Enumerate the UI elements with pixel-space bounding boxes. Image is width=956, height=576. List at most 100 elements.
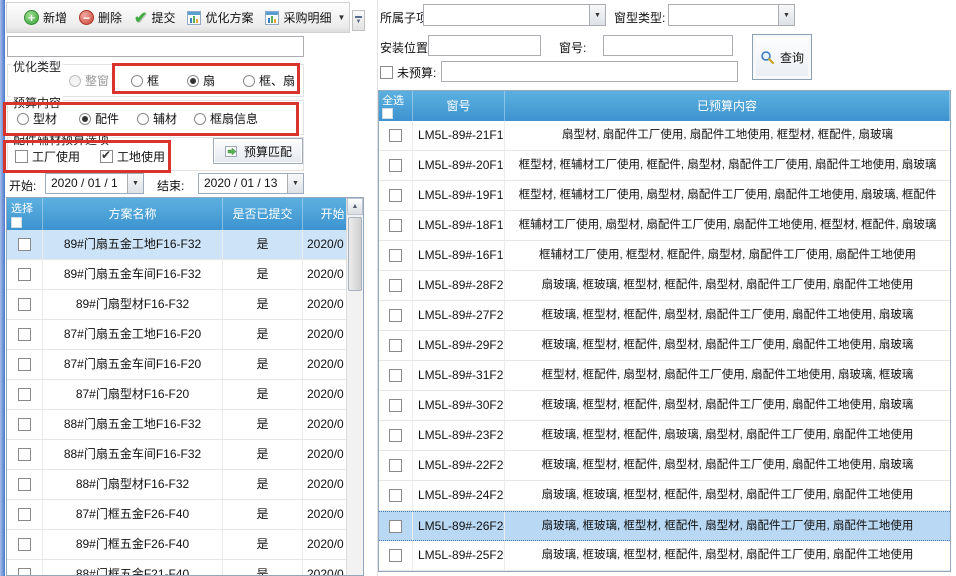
table-row[interactable]: 88#门扇五金工地F16-F32 是 2020/0 <box>7 410 363 440</box>
optimize-plan-button[interactable]: 优化方案 <box>181 6 259 29</box>
table-row[interactable]: 87#门扇型材F16-F20 是 2020/0 <box>7 380 363 410</box>
row-checkbox[interactable] <box>389 339 402 352</box>
chevron-down-icon[interactable]: ▼ <box>778 5 794 25</box>
table-row[interactable]: 87#门扇五金车间F16-F20 是 2020/0 <box>7 350 363 380</box>
table-row[interactable]: LM5L-89#-16F15 框辅材工厂使用, 框型材, 框配件, 扇型材, 扇… <box>379 241 950 271</box>
table-row[interactable]: LM5L-89#-31F29 框型材, 框配件, 扇型材, 扇配件工厂使用, 扇… <box>379 361 950 391</box>
radio-frame-sash[interactable]: 框、扇 <box>243 72 295 89</box>
row-checkbox[interactable] <box>389 399 402 412</box>
table-row[interactable]: LM5L-89#-27F25 框玻璃, 框型材, 框配件, 扇型材, 扇配件工厂… <box>379 301 950 331</box>
row-checkbox[interactable] <box>18 448 31 461</box>
table-row[interactable]: 89#门扇五金车间F16-F32 是 2020/0 <box>7 260 363 290</box>
purchase-detail-button[interactable]: 采购明细 ▼ <box>259 6 351 29</box>
table-row[interactable]: LM5L-89#-22F20 框玻璃, 框型材, 框配件, 扇型材, 扇配件工厂… <box>379 451 950 481</box>
row-checkbox[interactable] <box>389 520 402 533</box>
table-row[interactable]: 88#门框五金F21-F40 是 2020/0 <box>7 560 363 576</box>
install-position-input[interactable] <box>428 35 541 56</box>
chevron-down-icon[interactable]: ▼ <box>127 174 143 193</box>
budget-match-button[interactable]: 预算匹配 <box>213 138 303 164</box>
row-checkbox[interactable] <box>18 388 31 401</box>
panel-splitter[interactable] <box>366 0 378 576</box>
table-row[interactable]: LM5L-89#-30F28 框玻璃, 框型材, 框配件, 扇型材, 扇配件工厂… <box>379 391 950 421</box>
start-date-picker[interactable]: 2020 / 01 / 1 ▼ <box>45 173 144 194</box>
radio-frame-sash-info[interactable]: 框扇信息 <box>194 110 258 127</box>
table-row[interactable]: LM5L-89#-20F18 框型材, 框辅材工厂使用, 框配件, 扇型材, 扇… <box>379 151 950 181</box>
budgeted-content-cell: 框玻璃, 框型材, 框配件, 扇玻璃, 扇型材, 扇配件工厂使用, 扇配件工地使… <box>505 421 950 450</box>
radio-auxiliary[interactable]: 辅材 <box>137 110 177 127</box>
table-row[interactable]: LM5L-89#-29F27 框玻璃, 框型材, 框配件, 扇型材, 扇配件工厂… <box>379 331 950 361</box>
table-row[interactable]: LM5L-89#-26F24 扇玻璃, 框玻璃, 框型材, 框配件, 扇型材, … <box>379 511 950 541</box>
table-row[interactable]: LM5L-89#-21F19 扇型材, 扇配件工厂使用, 扇配件工地使用, 框型… <box>379 121 950 151</box>
checkbox-factory-use[interactable]: 工厂使用 <box>15 148 80 165</box>
checkbox-icon <box>100 150 113 163</box>
sub-item-combobox[interactable]: ▼ <box>423 4 606 26</box>
radio-frame[interactable]: 框 <box>131 72 159 89</box>
table-row[interactable]: 89#门扇型材F16-F32 是 2020/0 <box>7 290 363 320</box>
budgeted-content-cell: 框玻璃, 框型材, 框配件, 扇型材, 扇配件工厂使用, 扇配件工地使用, 扇玻… <box>505 451 950 480</box>
search-icon <box>760 50 775 65</box>
toolbar-overflow-button[interactable]: ▼ <box>352 10 365 31</box>
table-row[interactable]: LM5L-89#-19F17 框型材, 框辅材工厂使用, 扇型材, 扇配件工厂使… <box>379 181 950 211</box>
window-no-cell: LM5L-89#-19F17 <box>413 181 505 210</box>
row-checkbox[interactable] <box>389 129 402 142</box>
row-checkbox[interactable] <box>18 538 31 551</box>
table-row[interactable]: LM5L-89#-18F16 框辅材工厂使用, 扇型材, 扇配件工厂使用, 扇配… <box>379 211 950 241</box>
row-checkbox[interactable] <box>18 568 31 576</box>
row-checkbox[interactable] <box>389 189 402 202</box>
table-row[interactable]: 88#门扇型材F16-F32 是 2020/0 <box>7 470 363 500</box>
radio-sash[interactable]: 扇 <box>187 72 215 89</box>
row-checkbox[interactable] <box>389 369 402 382</box>
table-row[interactable]: LM5L-89#-25F23 扇玻璃, 框玻璃, 框型材, 框配件, 扇型材, … <box>379 541 950 571</box>
row-checkbox[interactable] <box>389 429 402 442</box>
header-select: 选择 <box>7 198 43 230</box>
window-type-combobox[interactable]: ▼ <box>668 4 795 26</box>
row-checkbox[interactable] <box>389 159 402 172</box>
select-all-checkbox[interactable] <box>382 108 393 119</box>
scroll-up-icon[interactable]: ▲ <box>347 198 363 215</box>
chevron-down-icon[interactable]: ▼ <box>589 5 605 25</box>
table-row[interactable]: 87#门扇五金工地F16-F20 是 2020/0 <box>7 320 363 350</box>
checkbox-not-budgeted[interactable]: 未预算: <box>380 64 436 81</box>
row-select-cell <box>7 230 43 259</box>
table-row[interactable]: 89#门扇五金工地F16-F32 是 2020/0 <box>7 230 363 260</box>
row-checkbox[interactable] <box>18 358 31 371</box>
window-no-cell: LM5L-89#-22F20 <box>413 451 505 480</box>
row-checkbox[interactable] <box>389 459 402 472</box>
chevron-down-icon[interactable]: ▼ <box>287 174 303 193</box>
table-row[interactable]: 87#门框五金F26-F40 是 2020/0 <box>7 500 363 530</box>
add-button[interactable]: + 新增 <box>18 6 73 29</box>
plan-name-cell: 88#门扇五金工地F16-F32 <box>43 410 223 439</box>
row-checkbox[interactable] <box>389 489 402 502</box>
radio-profile[interactable]: 型材 <box>17 110 57 127</box>
row-checkbox[interactable] <box>389 279 402 292</box>
not-budgeted-input[interactable] <box>441 61 738 82</box>
row-checkbox[interactable] <box>18 238 31 251</box>
row-checkbox[interactable] <box>389 309 402 322</box>
radio-whole-window[interactable]: 整窗 <box>69 72 109 89</box>
table-row[interactable]: 88#门扇五金车间F16-F32 是 2020/0 <box>7 440 363 470</box>
row-checkbox[interactable] <box>18 328 31 341</box>
radio-accessory[interactable]: 配件 <box>79 110 119 127</box>
select-all-checkbox[interactable] <box>11 217 22 228</box>
row-checkbox[interactable] <box>18 508 31 521</box>
delete-button[interactable]: − 删除 <box>73 6 128 29</box>
row-checkbox[interactable] <box>18 478 31 491</box>
checkbox-site-use[interactable]: 工地使用 <box>100 148 165 165</box>
table-row[interactable]: 89#门框五金F26-F40 是 2020/0 <box>7 530 363 560</box>
end-date-picker[interactable]: 2020 / 01 / 13 ▼ <box>198 173 304 194</box>
row-checkbox[interactable] <box>389 549 402 562</box>
row-checkbox[interactable] <box>18 298 31 311</box>
query-button[interactable]: 查询 <box>752 34 812 80</box>
row-checkbox[interactable] <box>389 249 402 262</box>
table-row[interactable]: LM5L-89#-23F21 框玻璃, 框型材, 框配件, 扇玻璃, 扇型材, … <box>379 421 950 451</box>
plan-search-input[interactable] <box>7 36 304 57</box>
vertical-scrollbar[interactable]: ▲ <box>346 198 363 575</box>
table-row[interactable]: LM5L-89#-24F22 扇玻璃, 框玻璃, 框型材, 框配件, 扇型材, … <box>379 481 950 511</box>
row-checkbox[interactable] <box>18 418 31 431</box>
row-checkbox[interactable] <box>389 219 402 232</box>
window-no-input[interactable] <box>603 35 733 56</box>
table-row[interactable]: LM5L-89#-28F26 扇玻璃, 框玻璃, 框型材, 框配件, 扇型材, … <box>379 271 950 301</box>
submit-button[interactable]: ✔ 提交 <box>128 5 181 31</box>
scrollbar-thumb[interactable] <box>348 217 362 291</box>
row-checkbox[interactable] <box>18 268 31 281</box>
